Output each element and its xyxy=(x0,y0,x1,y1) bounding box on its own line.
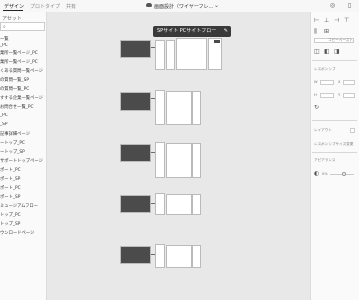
edit-icon[interactable]: ✎ xyxy=(224,26,228,37)
property-inspector xyxy=(310,12,359,300)
align-top-icon[interactable]: ⊤ xyxy=(344,17,349,24)
artboard-header-bar xyxy=(214,40,220,43)
boolean-add-icon[interactable]: ◫ xyxy=(314,48,320,55)
artboard-name-tooltip: SPサイト PCサイトフロー ✎ xyxy=(153,26,231,37)
cloud-icon xyxy=(146,3,152,7)
artboard-thumbnail[interactable] xyxy=(155,40,165,70)
opacity-icon: ◐ xyxy=(314,170,320,177)
width-label: W xyxy=(314,80,318,84)
device-preview-icon[interactable]: ▯ xyxy=(346,2,353,9)
layer-item[interactable]: ートップ_SP xyxy=(0,149,45,155)
artboard-thumbnail[interactable] xyxy=(166,40,175,70)
layer-item[interactable]: ポート_PC xyxy=(0,185,45,191)
artboard-thumbnail[interactable] xyxy=(192,245,201,268)
layer-item[interactable]: ートップ_PC xyxy=(0,140,45,146)
layer-item[interactable]: _PC xyxy=(0,113,45,118)
layer-item[interactable]: _SP xyxy=(0,122,45,127)
artboard-thumbnail[interactable] xyxy=(120,40,151,58)
user-icon[interactable]: ◎ xyxy=(329,2,336,9)
layer-item[interactable]: トップ_SP xyxy=(0,221,45,227)
responsive-label: レスポンシブ xyxy=(314,67,336,71)
artboard-thumbnail[interactable] xyxy=(120,195,151,213)
x-field[interactable] xyxy=(343,80,355,85)
y-field[interactable] xyxy=(343,93,355,98)
align-left-icon[interactable]: ⊢ xyxy=(314,17,319,24)
artboard-thumbnail[interactable] xyxy=(155,90,165,125)
tab-active-indicator xyxy=(3,10,23,11)
artboard-thumbnail[interactable] xyxy=(155,244,165,268)
repeat-grid-icon[interactable]: ⊞ xyxy=(324,28,329,35)
layer-item[interactable]: 業所一覧ページ_PC xyxy=(0,50,45,56)
divider xyxy=(312,60,357,61)
artboard-thumbnail[interactable] xyxy=(120,246,151,264)
document-title[interactable]: 画面設計（ワイヤーフレ... xyxy=(154,3,213,10)
component-label: コピーペースト xyxy=(328,38,353,42)
height-field[interactable] xyxy=(320,93,334,98)
opacity-slider-knob[interactable] xyxy=(342,172,346,176)
artboard-thumbnail[interactable] xyxy=(155,193,165,215)
divider xyxy=(312,152,357,153)
y-label: Y xyxy=(338,93,341,97)
layer-item[interactable]: すする企業一覧ページ xyxy=(0,95,45,101)
distribute-icon[interactable]: ⫼ xyxy=(314,28,317,36)
panel-heading: アセット xyxy=(2,16,22,22)
artboard-thumbnail[interactable] xyxy=(120,92,151,111)
divider xyxy=(312,120,357,121)
responsive-resize-label: レスポンシブサイズ変更 xyxy=(314,142,354,146)
search-input[interactable]: ⌕ xyxy=(0,22,45,31)
align-center-icon[interactable]: ⊥ xyxy=(324,17,329,24)
align-right-icon[interactable]: ⊣ xyxy=(334,17,339,24)
boolean-intersect-icon[interactable]: ◨ xyxy=(334,48,340,55)
layer-item[interactable]: 記事詳細ページ xyxy=(0,131,45,137)
rotate-icon[interactable]: ↻ xyxy=(314,104,319,111)
layer-item[interactable]: ポート_SP xyxy=(0,176,45,182)
artboard-thumbnail[interactable] xyxy=(155,142,165,178)
layer-item[interactable]: トップ_PC xyxy=(0,212,45,218)
layer-item[interactable]: 業所一覧ページ_PC xyxy=(0,59,45,65)
artboard-thumbnail[interactable] xyxy=(166,245,192,268)
boolean-subtract-icon[interactable]: ◧ xyxy=(324,48,330,55)
chevron-down-icon[interactable]: ⌄ xyxy=(213,2,220,9)
search-icon: ⌕ xyxy=(3,24,6,30)
layout-toggle[interactable] xyxy=(350,128,355,133)
height-label: H xyxy=(314,93,317,97)
artboard-thumbnail[interactable] xyxy=(120,144,151,162)
width-field[interactable] xyxy=(320,80,334,85)
layout-label: レイアウト xyxy=(314,128,332,132)
artboard-thumbnail[interactable] xyxy=(192,143,201,178)
tab-prototype[interactable]: プロトタイプ xyxy=(30,3,60,10)
artboard-thumbnail[interactable] xyxy=(192,91,201,125)
layer-item[interactable]: サポートトップページ xyxy=(0,158,45,164)
layer-item[interactable]: ミュージアムフロー xyxy=(0,203,45,209)
artboard-thumbnail[interactable] xyxy=(166,143,192,178)
layer-item[interactable]: ポート_PC xyxy=(0,167,45,173)
appearance-label: アピアランス xyxy=(314,158,336,162)
layer-item[interactable]: 一覧 xyxy=(0,36,45,42)
layer-item[interactable]: お問合せ一覧_PC xyxy=(0,104,45,110)
layer-item[interactable]: _PC xyxy=(0,43,45,48)
artboard-thumbnail[interactable] xyxy=(166,91,192,125)
artboard-thumbnail[interactable] xyxy=(192,194,201,215)
tab-share[interactable]: 共有 xyxy=(66,3,76,10)
tab-design[interactable]: デザイン xyxy=(4,3,24,10)
layer-item[interactable]: ウンロードページ xyxy=(0,230,45,236)
artboard-thumbnail[interactable] xyxy=(166,194,192,215)
layer-item[interactable]: くある質問一覧ページ xyxy=(0,68,45,74)
artboard-thumbnail[interactable] xyxy=(176,38,207,70)
tooltip-label: SPサイト PCサイトフロー xyxy=(157,28,217,34)
layer-item[interactable]: ポート_SP xyxy=(0,194,45,200)
opacity-value: 0% xyxy=(322,172,328,176)
layer-item[interactable]: の質問一覧_PC xyxy=(0,86,45,92)
x-label: X xyxy=(338,80,341,84)
layer-item[interactable]: の質問一覧_SP xyxy=(0,77,45,83)
